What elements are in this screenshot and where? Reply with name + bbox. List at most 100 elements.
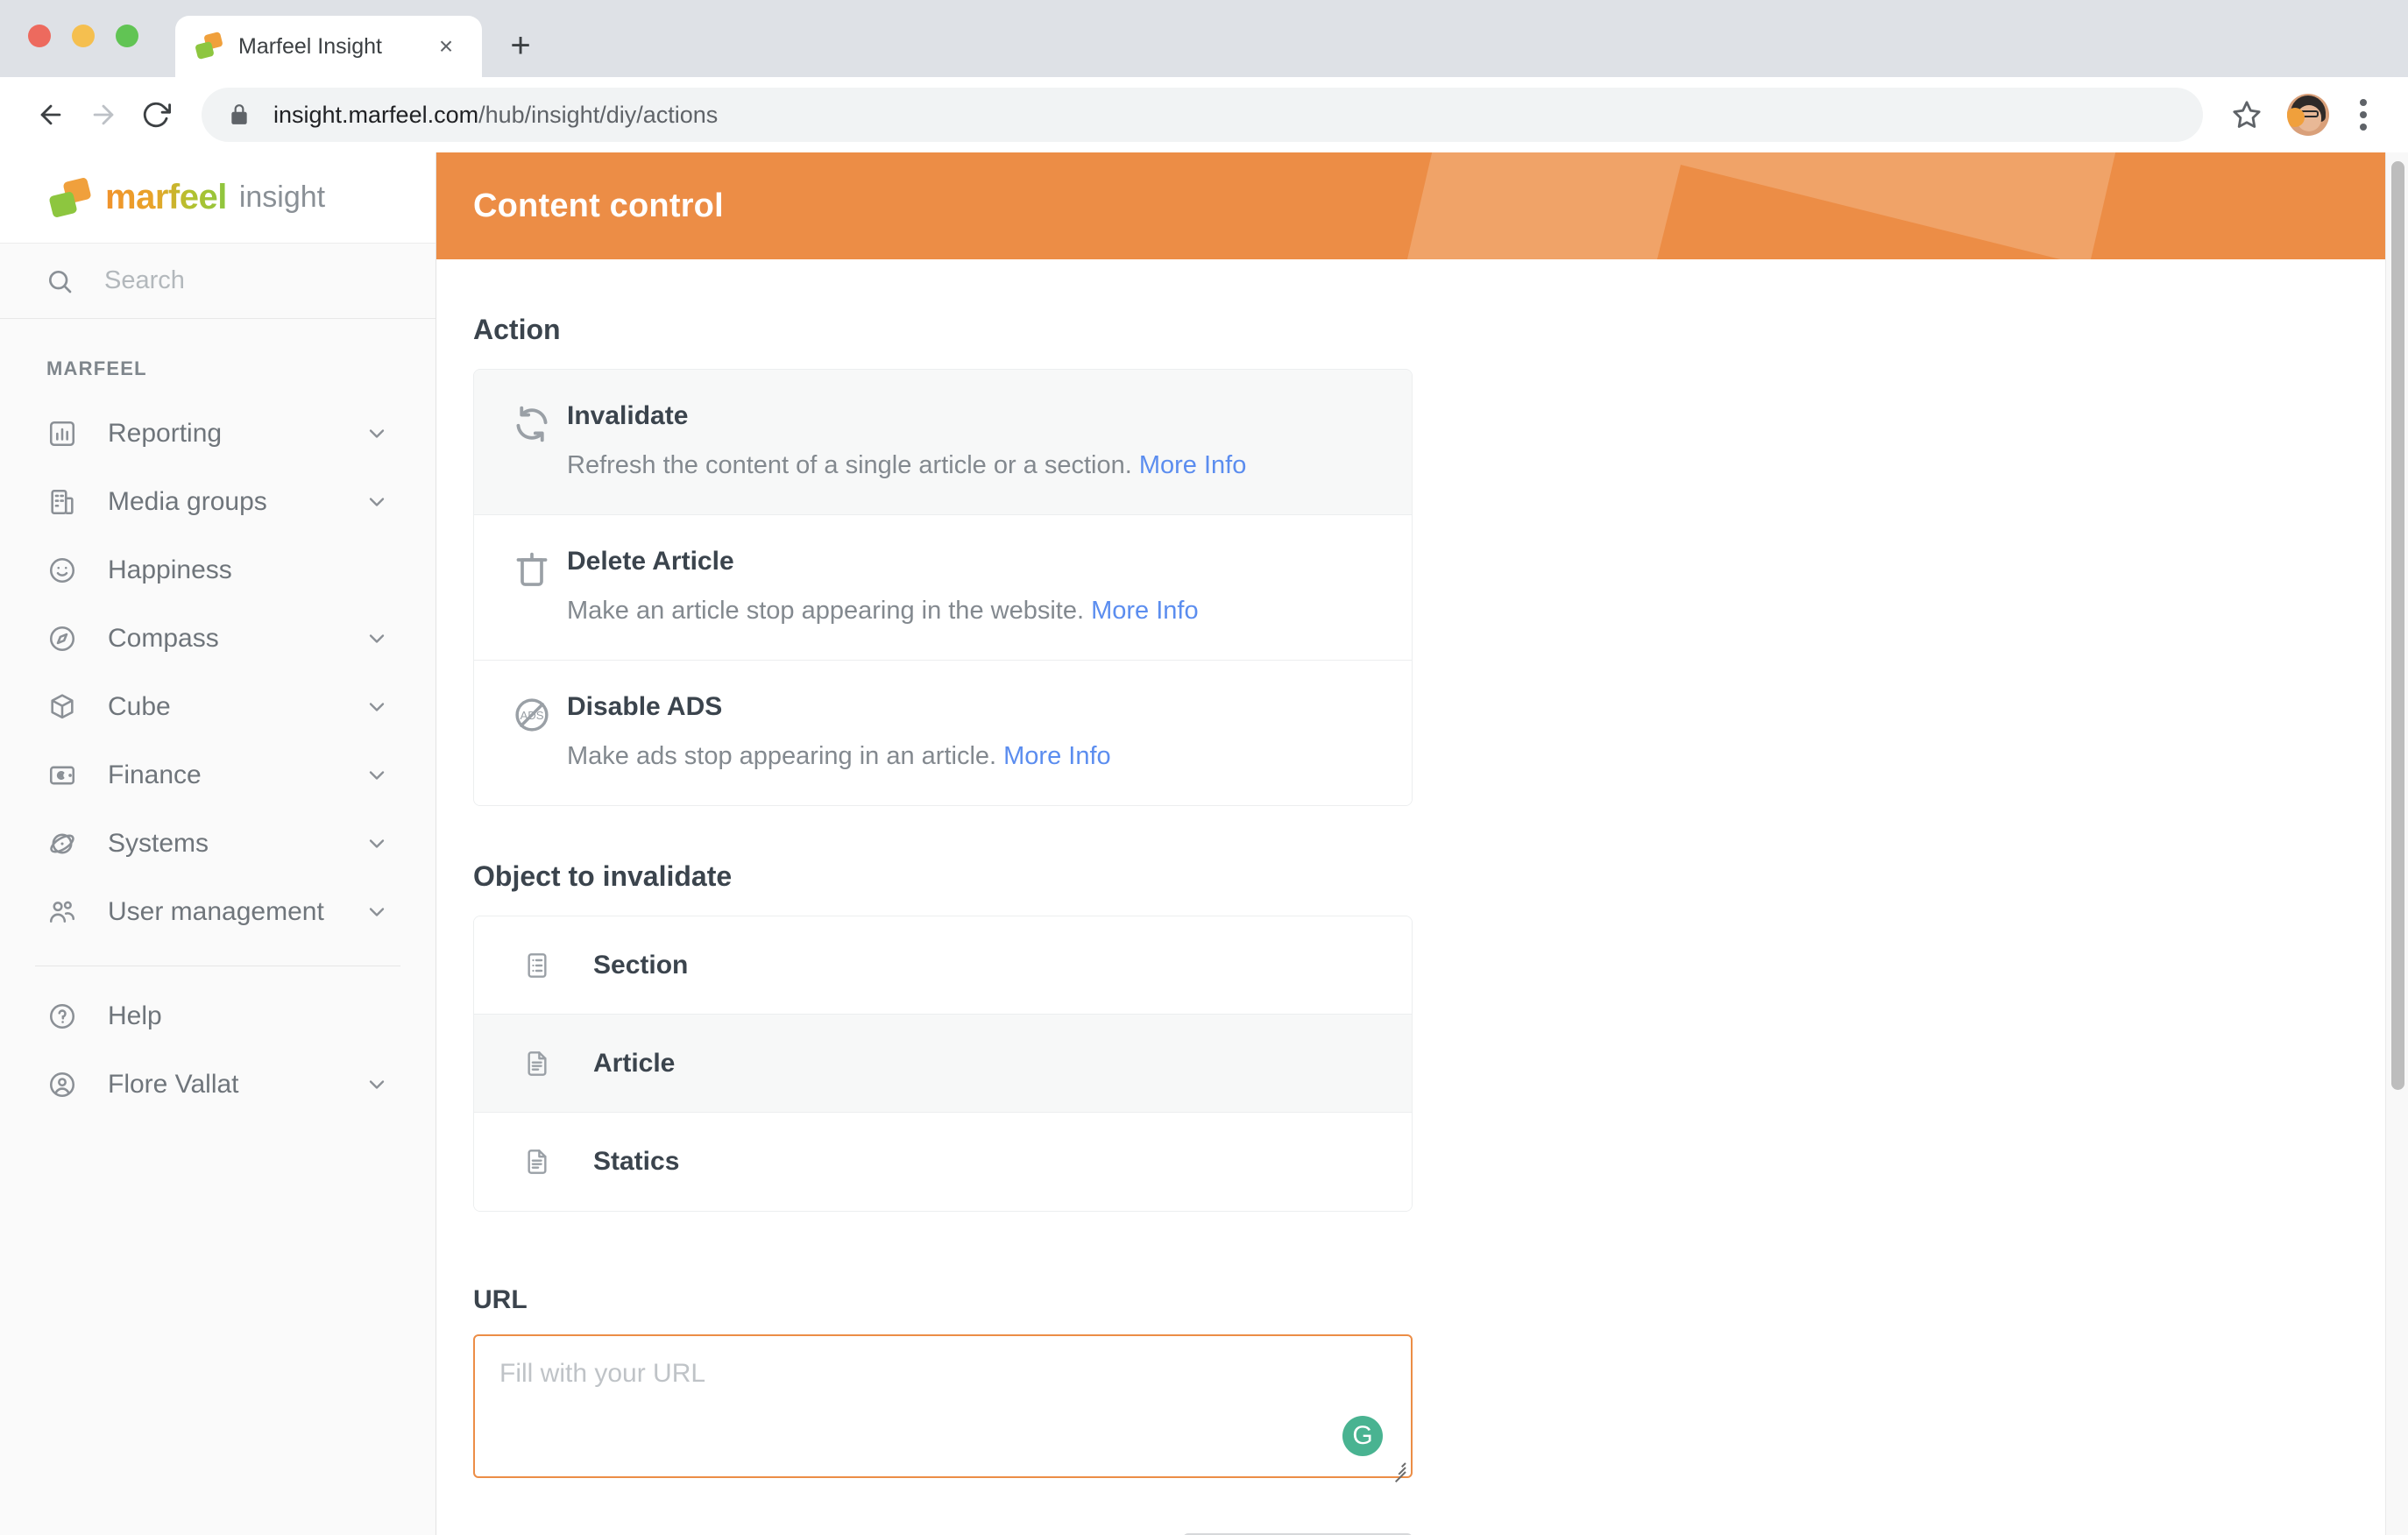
action-card-disable-ads[interactable]: ADS Disable ADS Make ads stop appearing … [474,661,1412,806]
action-card-desc-text: Make an article stop appearing in the we… [567,597,1085,626]
sidebar-item-label: Happiness [108,555,232,584]
url-field-label: URL [473,1285,528,1315]
browser-tab[interactable]: Marfeel Insight × [175,16,482,77]
sidebar-item-label: Help [108,1001,162,1030]
cube-icon [46,692,78,722]
trash-icon [507,547,556,589]
close-icon[interactable]: × [429,30,463,63]
chevron-down-icon[interactable] [365,421,389,446]
action-card-delete-article[interactable]: Delete Article Make an article stop appe… [474,515,1412,661]
address-bar-text: insight.marfeel.com/hub/insight/diy/acti… [273,102,718,129]
page-scrollbar[interactable] [2385,152,2408,1535]
sidebar-item-media-groups[interactable]: Media groups [0,468,436,536]
sidebar-item-finance[interactable]: Finance [0,741,436,810]
sidebar-item-systems[interactable]: Systems [0,810,436,878]
action-card-desc-text: Make ads stop appearing in an article. [567,742,997,771]
page-scrollbar-thumb[interactable] [2391,161,2404,1090]
object-option-article[interactable]: Article [474,1015,1412,1114]
sidebar-item-label: Systems [108,829,209,858]
users-icon [46,897,78,927]
sidebar-item-reporting[interactable]: Reporting [0,400,436,468]
window-traffic-lights [28,25,138,47]
no-ads-icon: ADS [507,692,556,734]
star-icon[interactable] [2222,90,2271,139]
chevron-down-icon[interactable] [365,1072,389,1097]
brand-subtitle: insight [238,180,326,214]
marfeel-logo-icon [195,31,224,61]
action-card-title: Invalidate [567,401,689,430]
kebab-menu-icon[interactable] [2343,90,2383,139]
textarea-resize-handle[interactable] [1388,1458,1406,1483]
sidebar-group-label: MARFEEL [46,357,147,379]
sidebar-item-label: Flore Vallat [108,1070,239,1099]
url-input-wrapper: G [473,1334,1413,1483]
sidebar-item-user-profile[interactable]: Flore Vallat [0,1050,436,1119]
action-card-body: Disable ADS Make ads stop appearing in a… [567,692,1378,774]
more-info-link[interactable]: More Info [1091,597,1199,625]
sidebar-item-cube[interactable]: Cube [0,673,436,741]
sidebar-item-label: Finance [108,760,202,789]
more-info-link[interactable]: More Info [1139,451,1247,479]
more-info-link[interactable]: More Info [1003,742,1111,770]
new-tab-button[interactable]: + [494,19,547,72]
search-icon [46,267,75,295]
article-icon [523,1050,553,1078]
forward-arrow-icon[interactable] [77,88,130,141]
page-title: Content control [473,187,724,224]
url-input[interactable] [473,1334,1413,1479]
sidebar-item-label: Cube [108,692,171,721]
sidebar-item-help[interactable]: Help [0,982,436,1050]
sidebar-item-label: Compass [108,624,219,653]
action-card-description: Make an article stop appearing in the we… [567,594,1378,628]
sidebar-item-happiness[interactable]: Happiness [0,536,436,605]
back-arrow-icon[interactable] [25,88,77,141]
object-option-label: Statics [593,1147,680,1177]
app-body: marfeel insight MARFEEL Reporting [0,152,2408,1535]
sidebar: marfeel insight MARFEEL Reporting [0,152,436,1535]
browser-toolbar: insight.marfeel.com/hub/insight/diy/acti… [0,77,2408,152]
url-path: /hub/insight/diy/actions [478,101,719,128]
reload-icon[interactable] [130,88,182,141]
object-option-label: Article [593,1048,676,1078]
sidebar-item-label: Reporting [108,419,223,448]
chevron-down-icon[interactable] [365,763,389,788]
maximize-window-button[interactable] [116,25,138,47]
brand-word: marfeel [105,178,227,216]
object-option-list: Section Article Statics [473,916,1413,1213]
article-icon [523,1148,553,1176]
minimize-window-button[interactable] [72,25,95,47]
page-header: Content control [436,152,2408,259]
object-option-section[interactable]: Section [474,916,1412,1015]
chevron-down-icon[interactable] [365,695,389,719]
chevron-down-icon[interactable] [365,626,389,651]
action-card-description: Make ads stop appearing in an article. M… [567,739,1378,774]
close-window-button[interactable] [28,25,51,47]
svg-text:ADS: ADS [520,709,543,722]
action-card-invalidate[interactable]: Invalidate Refresh the content of a sing… [474,370,1412,516]
object-section-title: Object to invalidate [473,860,733,893]
action-card-description: Refresh the content of a single article … [567,449,1378,483]
sidebar-item-label: Media groups [108,487,267,516]
avatar[interactable] [2287,94,2329,136]
action-section-title: Action [473,314,561,345]
action-card-body: Invalidate Refresh the content of a sing… [567,401,1378,483]
url-host: insight.marfeel.com [273,101,479,128]
building-icon [46,487,78,517]
object-option-statics[interactable]: Statics [474,1113,1412,1212]
action-card-desc-text: Refresh the content of a single article … [567,451,1132,479]
bar-chart-icon [46,419,78,449]
action-card-list: Invalidate Refresh the content of a sing… [473,369,1413,807]
sidebar-item-user-management[interactable]: User management [0,878,436,946]
list-document-icon [523,951,553,980]
chevron-down-icon[interactable] [365,900,389,924]
chevron-down-icon[interactable] [365,490,389,514]
sidebar-item-compass[interactable]: Compass [0,605,436,673]
chevron-down-icon[interactable] [365,831,389,856]
search-input[interactable] [104,266,367,295]
brand-logo[interactable]: marfeel insight [0,152,436,244]
address-bar[interactable]: insight.marfeel.com/hub/insight/diy/acti… [202,88,2203,142]
atom-icon [46,829,78,859]
action-card-title: Delete Article [567,547,734,577]
sidebar-search[interactable] [0,244,436,319]
smiley-icon [46,555,78,585]
